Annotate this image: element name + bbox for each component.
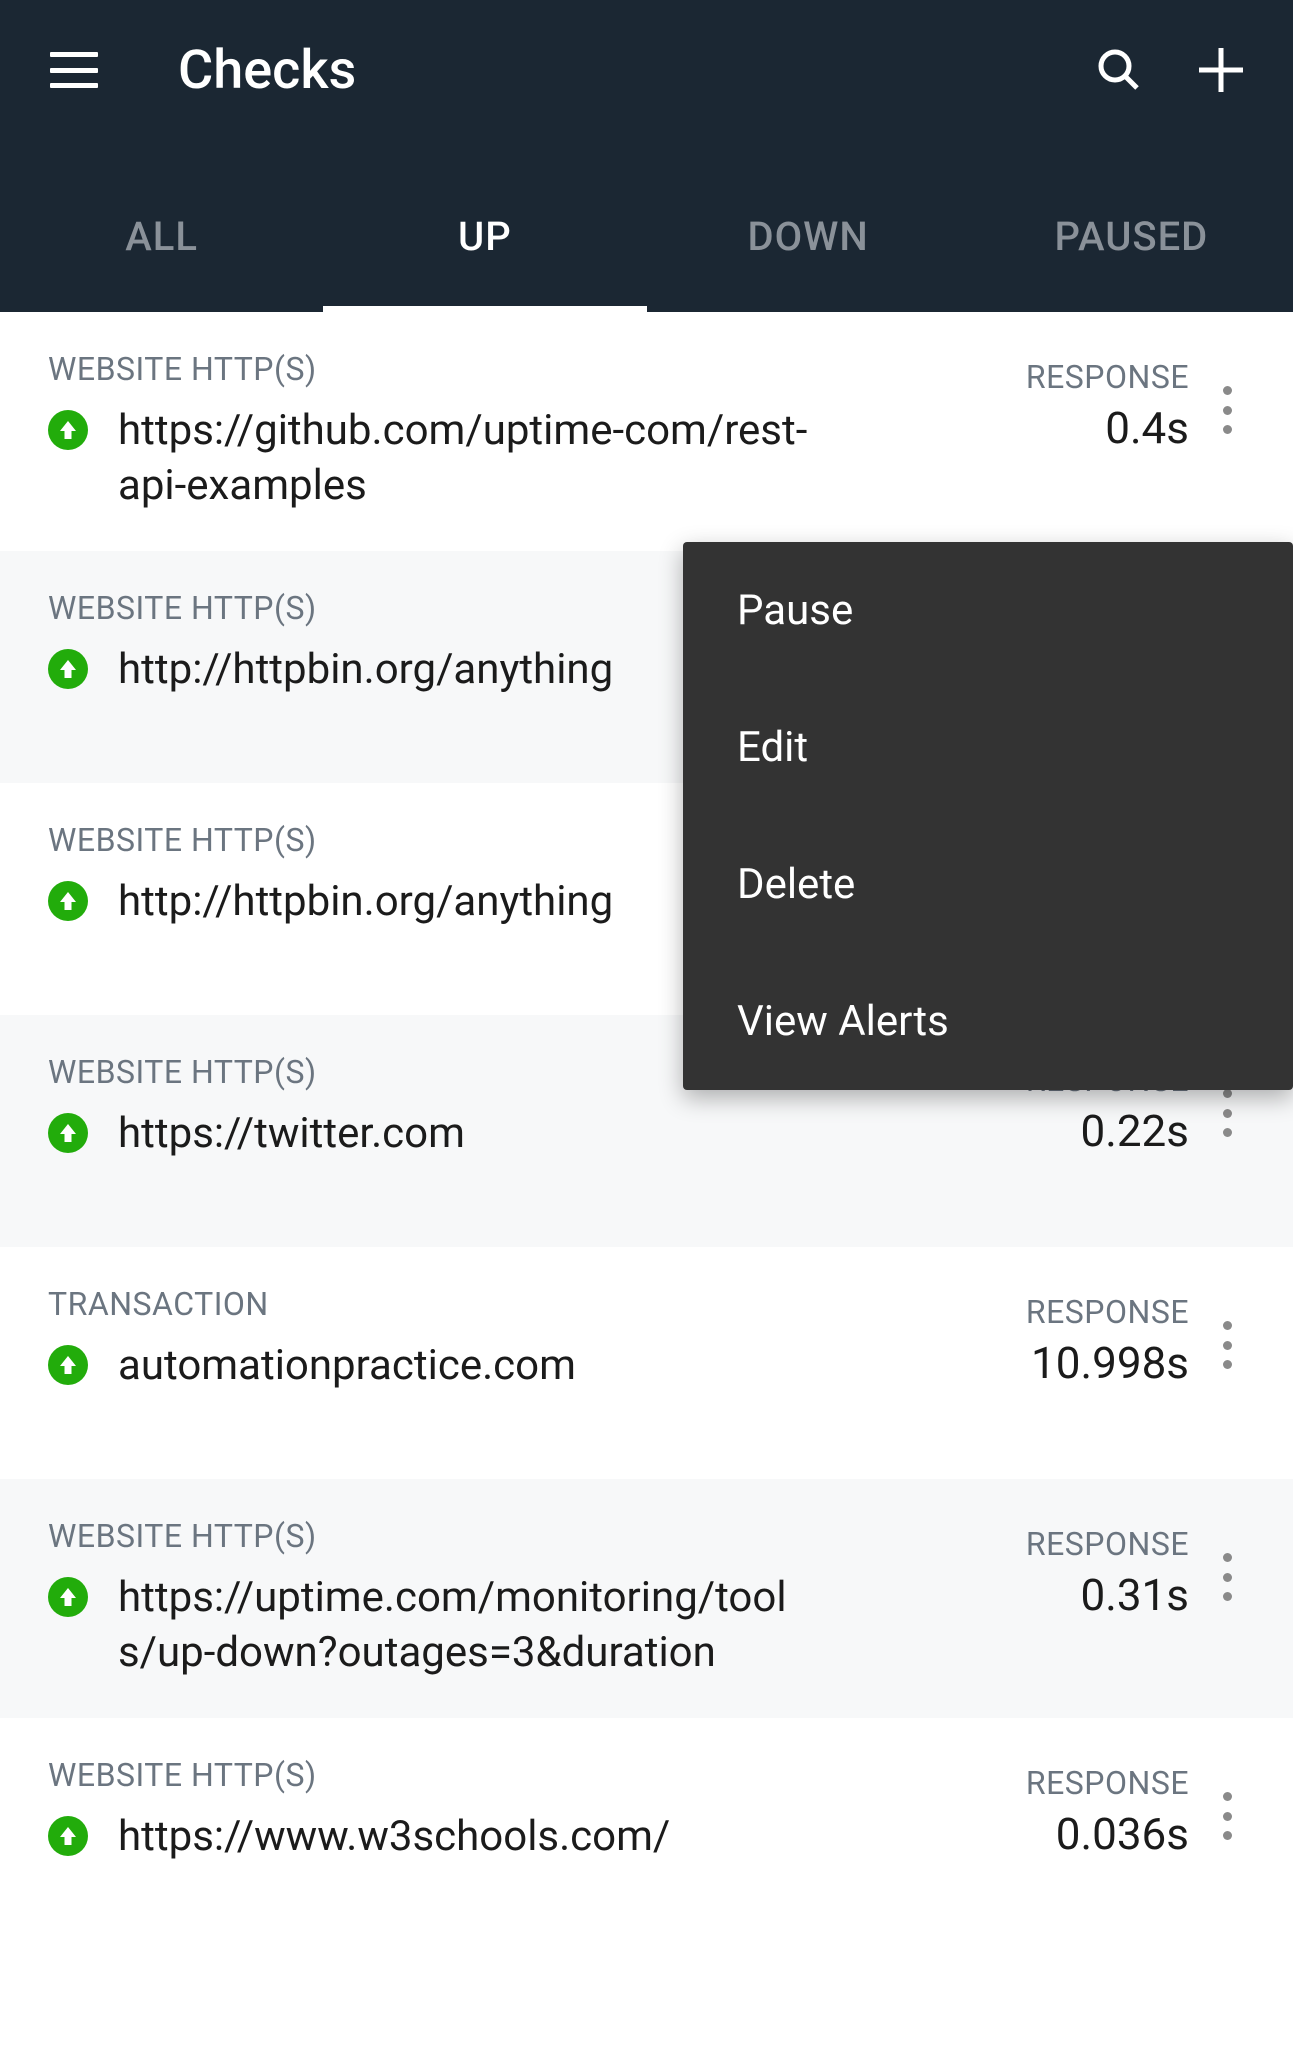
status-up-icon [48,649,88,689]
check-url-row: automationpractice.com [48,1339,1026,1394]
check-url: automationpractice.com [118,1339,576,1394]
filter-tabs: ALL UP DOWN PAUSED [0,140,1293,312]
menu-icon[interactable] [50,46,98,94]
check-url-row: https://uptime.com/monitoring/tools/up-d… [48,1571,1026,1680]
check-response: RESPONSE 10.998s [1026,1293,1189,1389]
response-value: 0.31s [1081,1569,1190,1621]
response-label: RESPONSE [1026,1525,1189,1563]
status-up-icon [48,1113,88,1153]
check-item[interactable]: WEBSITE HTTP(S) https://github.com/uptim… [0,312,1293,551]
check-item[interactable]: WEBSITE HTTP(S) https://uptime.com/monit… [0,1479,1293,1718]
tab-paused[interactable]: PAUSED [970,213,1293,312]
check-url: https://www.w3schools.com/ [118,1810,670,1865]
more-options-icon[interactable] [1209,1547,1245,1607]
check-response: RESPONSE 0.31s [1026,1525,1189,1621]
check-url-row: https://www.w3schools.com/ [48,1810,1026,1865]
check-type: WEBSITE HTTP(S) [48,350,1026,388]
more-options-icon[interactable] [1209,1315,1245,1375]
response-value: 0.036s [1056,1808,1189,1860]
check-url-row: https://github.com/uptime-com/rest-api-e… [48,404,1026,513]
check-item[interactable]: WEBSITE HTTP(S) https://www.w3schools.co… [0,1718,1293,1950]
check-main: WEBSITE HTTP(S) https://www.w3schools.co… [48,1756,1026,1865]
response-label: RESPONSE [1026,358,1189,396]
status-up-icon [48,1345,88,1385]
header-actions [1095,46,1243,94]
add-icon[interactable] [1199,48,1243,92]
status-up-icon [48,410,88,450]
response-value: 0.4s [1105,402,1189,454]
check-url: https://github.com/uptime-com/rest-api-e… [118,404,818,513]
check-type: TRANSACTION [48,1285,1026,1323]
check-response: RESPONSE 0.036s [1026,1764,1189,1860]
check-response: RESPONSE 0.4s [1026,358,1189,454]
tab-all[interactable]: ALL [0,213,323,312]
more-options-icon[interactable] [1209,1786,1245,1846]
menu-view-alerts[interactable]: View Alerts [683,953,1293,1090]
response-label: RESPONSE [1026,1293,1189,1331]
menu-pause[interactable]: Pause [683,542,1293,679]
search-icon[interactable] [1095,46,1143,94]
more-options-icon[interactable] [1209,380,1245,440]
page-title: Checks [178,39,1095,102]
check-type: WEBSITE HTTP(S) [48,1517,1026,1555]
check-main: TRANSACTION automationpractice.com [48,1285,1026,1394]
response-value: 0.22s [1081,1105,1190,1157]
context-menu: Pause Edit Delete View Alerts [683,542,1293,1090]
check-main: WEBSITE HTTP(S) https://uptime.com/monit… [48,1517,1026,1680]
status-up-icon [48,1577,88,1617]
check-url: http://httpbin.org/anything [118,643,613,698]
response-value: 10.998s [1031,1337,1189,1389]
check-url: http://httpbin.org/anything [118,875,613,930]
check-main: WEBSITE HTTP(S) https://github.com/uptim… [48,350,1026,513]
check-item[interactable]: TRANSACTION automationpractice.com RESPO… [0,1247,1293,1479]
check-url-row: https://twitter.com [48,1107,1026,1162]
header-top-row: Checks [0,0,1293,140]
menu-edit[interactable]: Edit [683,679,1293,816]
check-type: WEBSITE HTTP(S) [48,1756,1026,1794]
check-url: https://uptime.com/monitoring/tools/up-d… [118,1571,818,1680]
status-up-icon [48,1816,88,1856]
app-header: Checks ALL UP DOWN PAUSED [0,0,1293,312]
status-up-icon [48,881,88,921]
tab-up[interactable]: UP [323,213,646,312]
response-label: RESPONSE [1026,1764,1189,1802]
more-options-icon[interactable] [1209,1083,1245,1143]
tab-down[interactable]: DOWN [647,213,970,312]
check-url: https://twitter.com [118,1107,465,1162]
menu-delete[interactable]: Delete [683,816,1293,953]
